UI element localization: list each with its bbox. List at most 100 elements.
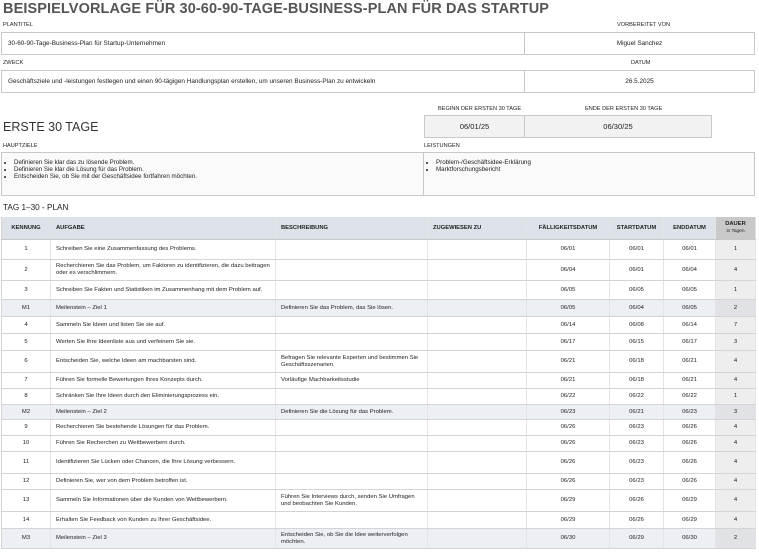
cell-description[interactable] xyxy=(275,388,428,405)
cell-end[interactable]: 06/26 xyxy=(663,419,716,436)
cell-due[interactable]: 06/30 xyxy=(526,528,610,549)
cell-start[interactable]: 06/05 xyxy=(609,280,664,300)
cell-task[interactable]: Recherchieren Sie das Problem, um Faktor… xyxy=(50,259,276,281)
cell-end[interactable]: 06/26 xyxy=(663,451,716,474)
cell-duration[interactable]: 7 xyxy=(715,316,756,334)
cell-description[interactable] xyxy=(275,259,428,281)
cell-end[interactable]: 06/05 xyxy=(663,280,716,300)
cell-description[interactable] xyxy=(275,511,428,529)
cell-description[interactable] xyxy=(275,280,428,300)
cell-assigned[interactable] xyxy=(427,511,527,529)
cell-start[interactable]: 06/08 xyxy=(609,316,664,334)
cell-assigned[interactable] xyxy=(427,350,527,373)
cell-task[interactable]: Schreiben Sie Fakten und Statistiken im … xyxy=(50,280,276,300)
cell-id[interactable]: M3 xyxy=(1,528,51,549)
table-row[interactable]: 4 Sammeln Sie Ideen und listen Sie sie au… xyxy=(1,316,756,334)
cell-id[interactable]: 9 xyxy=(1,419,51,436)
cell-assigned[interactable] xyxy=(427,435,527,452)
col-header-description[interactable]: BESCHREIBUNG xyxy=(275,217,428,240)
cell-id[interactable]: 12 xyxy=(1,473,51,490)
cell-task[interactable]: Sammeln Sie Ideen und listen Sie sie auf… xyxy=(50,316,276,334)
cell-task[interactable]: Führen Sie formelle Bewertungen Ihres Ko… xyxy=(50,372,276,389)
cell-description[interactable] xyxy=(275,419,428,436)
cell-due[interactable]: 06/21 xyxy=(526,372,610,389)
cell-id[interactable]: 3 xyxy=(1,280,51,300)
col-header-end[interactable]: ENDDATUM xyxy=(663,217,716,240)
cell-due[interactable]: 06/14 xyxy=(526,316,610,334)
cell-assigned[interactable] xyxy=(427,239,527,260)
cell-description[interactable] xyxy=(275,451,428,474)
cell-due[interactable]: 06/04 xyxy=(526,259,610,281)
cell-due[interactable]: 06/29 xyxy=(526,511,610,529)
cell-start[interactable]: 06/23 xyxy=(609,419,664,436)
cell-duration[interactable]: 4 xyxy=(715,489,756,512)
cell-id[interactable]: 1 xyxy=(1,239,51,260)
cell-assigned[interactable] xyxy=(427,372,527,389)
cell-duration[interactable]: 4 xyxy=(715,435,756,452)
cell-end[interactable]: 06/14 xyxy=(663,316,716,334)
cell-due[interactable]: 06/05 xyxy=(526,299,610,317)
table-row[interactable]: 5 Werten Sie Ihre Ideenliste aus und verf… xyxy=(1,333,756,351)
col-header-duration[interactable]: DAUER in Tagen xyxy=(715,217,756,240)
cell-id[interactable]: 8 xyxy=(1,388,51,405)
cell-due[interactable]: 06/21 xyxy=(526,350,610,373)
cell-assigned[interactable] xyxy=(427,489,527,512)
cell-task[interactable]: Identifizieren Sie Lücken oder Chancen, … xyxy=(50,451,276,474)
cell-duration[interactable]: 4 xyxy=(715,419,756,436)
cell-description[interactable] xyxy=(275,435,428,452)
cell-duration[interactable]: 1 xyxy=(715,280,756,300)
cell-duration[interactable]: 4 xyxy=(715,473,756,490)
phase-end-field[interactable]: 06/30/25 xyxy=(524,115,712,138)
col-header-start[interactable]: STARTDATUM xyxy=(609,217,664,240)
cell-description[interactable]: Befragen Sie relevante Experten und best… xyxy=(275,350,428,373)
cell-assigned[interactable] xyxy=(427,528,527,549)
cell-assigned[interactable] xyxy=(427,316,527,334)
deliverables-box[interactable]: Problem-/Geschäftsidee-Erklärung Marktfo… xyxy=(423,152,755,196)
cell-start[interactable]: 06/15 xyxy=(609,333,664,351)
cell-duration[interactable]: 4 xyxy=(715,511,756,529)
cell-assigned[interactable] xyxy=(427,299,527,317)
cell-due[interactable]: 06/22 xyxy=(526,388,610,405)
cell-assigned[interactable] xyxy=(427,451,527,474)
cell-end[interactable]: 06/04 xyxy=(663,259,716,281)
cell-duration[interactable]: 4 xyxy=(715,350,756,373)
table-row[interactable]: 14 Erhalten Sie Feedback von Kunden zu Ih… xyxy=(1,511,756,529)
cell-id[interactable]: 6 xyxy=(1,350,51,373)
cell-assigned[interactable] xyxy=(427,388,527,405)
cell-assigned[interactable] xyxy=(427,280,527,300)
table-row[interactable]: 3 Schreiben Sie Fakten und Statistiken im… xyxy=(1,280,756,300)
cell-end[interactable]: 06/22 xyxy=(663,388,716,405)
cell-duration[interactable]: 4 xyxy=(715,451,756,474)
cell-due[interactable]: 06/01 xyxy=(526,239,610,260)
cell-end[interactable]: 06/30 xyxy=(663,528,716,549)
cell-description[interactable]: Führen Sie Interviews durch, senden Sie … xyxy=(275,489,428,512)
cell-description[interactable]: Vorläufige Machbarkeitsstudie xyxy=(275,372,428,389)
cell-id[interactable]: 2 xyxy=(1,259,51,281)
table-row[interactable]: 11 Identifizieren Sie Lücken oder Chancen… xyxy=(1,451,756,474)
table-row[interactable]: 1 Schreiben Sie eine Zusammenfassung des … xyxy=(1,239,756,260)
cell-end[interactable]: 06/05 xyxy=(663,299,716,317)
cell-duration[interactable]: 1 xyxy=(715,388,756,405)
cell-start[interactable]: 06/01 xyxy=(609,259,664,281)
cell-start[interactable]: 06/29 xyxy=(609,528,664,549)
table-row[interactable]: 12 Definieren Sie, wer von dem Problem be… xyxy=(1,473,756,490)
cell-task[interactable]: Sammeln Sie Informationen über die Kunde… xyxy=(50,489,276,512)
cell-end[interactable]: 06/17 xyxy=(663,333,716,351)
cell-id[interactable]: M2 xyxy=(1,404,51,420)
table-row[interactable]: 9 Recherchieren Sie bestehende Lösungen f… xyxy=(1,419,756,436)
milestone-row[interactable]: M1 Meilenstein – Ziel 1 Definieren Sie das… xyxy=(1,299,756,317)
cell-assigned[interactable] xyxy=(427,404,527,420)
cell-assigned[interactable] xyxy=(427,473,527,490)
cell-end[interactable]: 06/29 xyxy=(663,511,716,529)
cell-end[interactable]: 06/01 xyxy=(663,239,716,260)
cell-description[interactable] xyxy=(275,333,428,351)
cell-task[interactable]: Werten Sie Ihre Ideenliste aus und verfe… xyxy=(50,333,276,351)
cell-task[interactable]: Schränken Sie Ihre Ideen durch den Elimi… xyxy=(50,388,276,405)
cell-id[interactable]: 7 xyxy=(1,372,51,389)
purpose-field[interactable]: Geschäftsziele und -leistungen festlegen… xyxy=(1,70,525,93)
cell-due[interactable]: 06/29 xyxy=(526,489,610,512)
cell-duration[interactable]: 3 xyxy=(715,333,756,351)
goals-box[interactable]: Definieren Sie klar das zu lösende Probl… xyxy=(1,152,424,196)
cell-task[interactable]: Schreiben Sie eine Zusammenfassung des P… xyxy=(50,239,276,260)
cell-duration[interactable]: 1 xyxy=(715,239,756,260)
